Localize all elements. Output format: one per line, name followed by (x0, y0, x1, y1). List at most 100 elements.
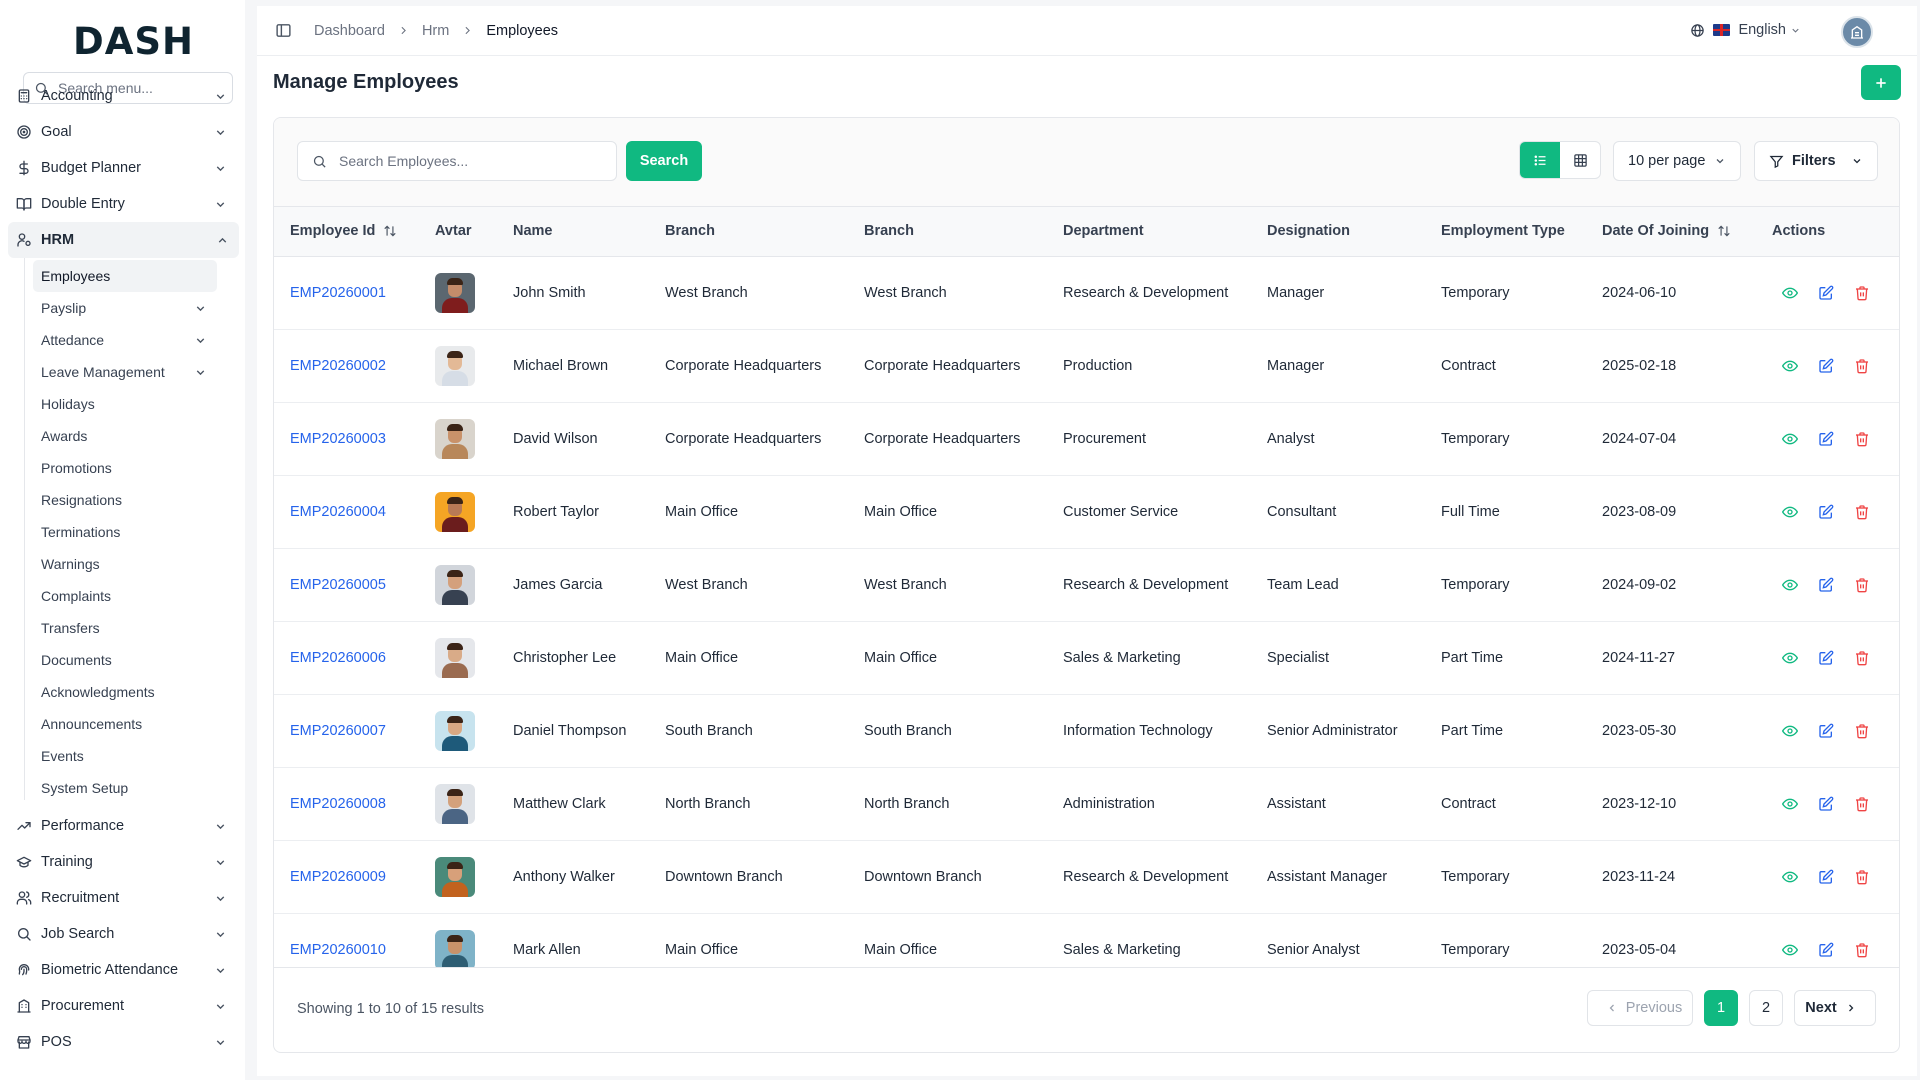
add-employee-button[interactable] (1861, 65, 1901, 100)
sidebar-item-procurement[interactable]: Procurement (0, 988, 245, 1024)
trash-icon[interactable] (1844, 723, 1880, 739)
employee-id-link[interactable]: EMP20260006 (290, 650, 386, 666)
edit-icon[interactable] (1808, 796, 1844, 812)
filters-button[interactable]: Filters (1754, 141, 1878, 181)
sidebar-item-training[interactable]: Training (0, 844, 245, 880)
header-employee-id[interactable]: Employee Id (274, 207, 419, 257)
sidebar-toggle-icon[interactable] (275, 22, 292, 39)
sidebar-item-goal[interactable]: Goal (0, 114, 245, 150)
eye-icon[interactable] (1772, 358, 1808, 374)
eye-icon[interactable] (1772, 504, 1808, 520)
edit-icon[interactable] (1808, 431, 1844, 447)
trash-icon[interactable] (1844, 869, 1880, 885)
sort-icon[interactable] (383, 224, 397, 238)
sidebar-item-double-entry[interactable]: Double Entry (0, 186, 245, 222)
sidebar-item-hrm[interactable]: HRM (8, 222, 239, 258)
sidebar-subitem-terminations[interactable]: Terminations (33, 516, 217, 548)
edit-icon[interactable] (1808, 650, 1844, 666)
employee-id-cell: EMP20260009 (274, 840, 419, 914)
employee-id-link[interactable]: EMP20260003 (290, 431, 386, 447)
trash-icon[interactable] (1844, 796, 1880, 812)
trash-icon[interactable] (1844, 650, 1880, 666)
header-date-of-joining[interactable]: Date Of Joining (1586, 207, 1756, 257)
grid-view-button[interactable] (1560, 142, 1600, 178)
eye-icon[interactable] (1772, 650, 1808, 666)
employee-id-link[interactable]: EMP20260004 (290, 504, 386, 520)
sidebar-subitem-holidays[interactable]: Holidays (33, 388, 217, 420)
sidebar-subitem-attedance[interactable]: Attedance (33, 324, 217, 356)
sidebar-item-performance[interactable]: Performance (0, 808, 245, 844)
sidebar-subitem-acknowledgments[interactable]: Acknowledgments (33, 676, 217, 708)
actions-cell (1756, 402, 1899, 476)
per-page-select[interactable]: 10 per page (1613, 141, 1741, 181)
employee-id-link[interactable]: EMP20260010 (290, 942, 386, 958)
eye-icon[interactable] (1772, 869, 1808, 885)
employee-id-cell: EMP20260003 (274, 402, 419, 476)
edit-icon[interactable] (1808, 358, 1844, 374)
trash-icon[interactable] (1844, 285, 1880, 301)
table-row: EMP20260002 Michael Brown Corporate Headqu… (274, 329, 1899, 403)
edit-icon[interactable] (1808, 504, 1844, 520)
eye-icon[interactable] (1772, 577, 1808, 593)
eye-icon[interactable] (1772, 942, 1808, 958)
trash-icon[interactable] (1844, 504, 1880, 520)
edit-icon[interactable] (1808, 869, 1844, 885)
edit-icon[interactable] (1808, 577, 1844, 593)
sidebar-subitem-transfers[interactable]: Transfers (33, 612, 217, 644)
trash-icon[interactable] (1844, 942, 1880, 958)
language-selector[interactable]: English (1690, 22, 1801, 38)
sidebar-subitem-complaints[interactable]: Complaints (33, 580, 217, 612)
sidebar-item-biometric-attendance[interactable]: Biometric Attendance (0, 952, 245, 988)
search-button[interactable]: Search (626, 141, 702, 181)
sidebar-subitem-awards[interactable]: Awards (33, 420, 217, 452)
employee-id-link[interactable]: EMP20260009 (290, 869, 386, 885)
sidebar-item-accounting[interactable]: Accounting (0, 78, 245, 114)
trash-icon[interactable] (1844, 431, 1880, 447)
sidebar-subitem-warnings[interactable]: Warnings (33, 548, 217, 580)
page-1-button[interactable]: 1 (1704, 990, 1738, 1026)
employee-id-link[interactable]: EMP20260005 (290, 577, 386, 593)
department-cell: Production (1047, 329, 1251, 403)
employee-search-input[interactable]: Search Employees... (297, 141, 617, 181)
sidebar-item-budget-planner[interactable]: Budget Planner (0, 150, 245, 186)
employee-id-link[interactable]: EMP20260002 (290, 358, 386, 374)
employee-id-link[interactable]: EMP20260007 (290, 723, 386, 739)
edit-icon[interactable] (1808, 723, 1844, 739)
eye-icon[interactable] (1772, 723, 1808, 739)
employee-id-link[interactable]: EMP20260008 (290, 796, 386, 812)
edit-icon[interactable] (1808, 942, 1844, 958)
app-logo[interactable]: DASH (73, 20, 194, 63)
breadcrumb-dashboard[interactable]: Dashboard (314, 23, 385, 39)
edit-icon[interactable] (1808, 285, 1844, 301)
sidebar-subitem-employees[interactable]: Employees (33, 260, 217, 292)
sidebar-subitem-documents[interactable]: Documents (33, 644, 217, 676)
sidebar-subitem-announcements[interactable]: Announcements (33, 708, 217, 740)
user-avatar[interactable] (1841, 16, 1873, 48)
employee-id-link[interactable]: EMP20260001 (290, 285, 386, 301)
sidebar-subitem-resignations[interactable]: Resignations (33, 484, 217, 516)
list-view-button[interactable] (1520, 142, 1560, 178)
breadcrumb: Dashboard Hrm Employees (314, 23, 558, 39)
department-cell: Research & Development (1047, 256, 1251, 330)
table-container[interactable]: Employee Id Avtar Name Branch Branch Dep… (274, 207, 1899, 968)
trash-icon[interactable] (1844, 577, 1880, 593)
trash-icon[interactable] (1844, 358, 1880, 374)
breadcrumb-hrm[interactable]: Hrm (422, 23, 449, 39)
previous-page-button[interactable]: Previous (1587, 990, 1693, 1026)
eye-icon[interactable] (1772, 796, 1808, 812)
sidebar-subitem-leave-management[interactable]: Leave Management (33, 356, 217, 388)
page-2-button[interactable]: 2 (1749, 990, 1783, 1026)
eye-icon[interactable] (1772, 285, 1808, 301)
department-cell: Customer Service (1047, 475, 1251, 549)
sidebar-subitem-payslip[interactable]: Payslip (33, 292, 217, 324)
sidebar-item-job-search[interactable]: Job Search (0, 916, 245, 952)
sidebar-item-recruitment[interactable]: Recruitment (0, 880, 245, 916)
sidebar-subitem-events[interactable]: Events (33, 740, 217, 772)
sort-icon[interactable] (1717, 224, 1731, 238)
eye-icon[interactable] (1772, 431, 1808, 447)
sidebar-subitem-promotions[interactable]: Promotions (33, 452, 217, 484)
department-cell: Sales & Marketing (1047, 913, 1251, 967)
next-page-button[interactable]: Next (1794, 990, 1876, 1026)
sidebar-item-pos[interactable]: POS (0, 1024, 245, 1060)
sidebar-subitem-system-setup[interactable]: System Setup (33, 772, 217, 804)
